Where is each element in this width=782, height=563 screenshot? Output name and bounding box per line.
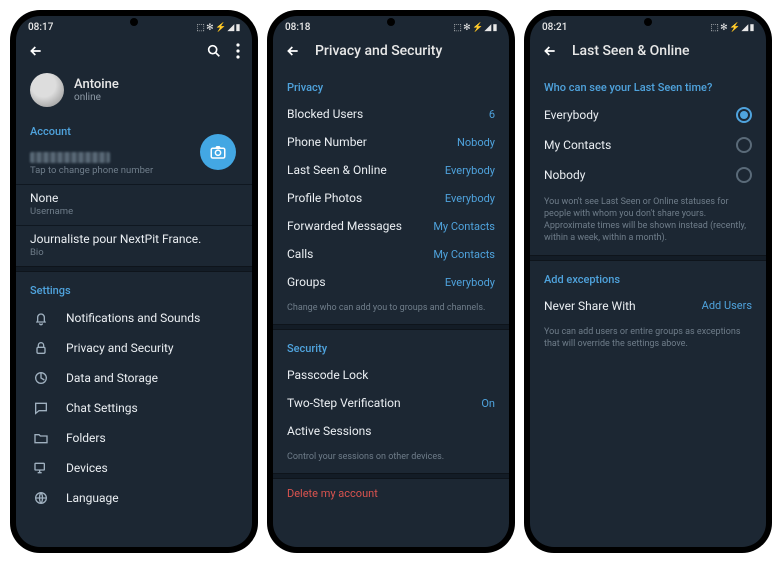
privacy-header: Privacy: [273, 69, 509, 100]
back-icon[interactable]: [285, 43, 301, 59]
profile-header[interactable]: Antoine online: [16, 69, 252, 113]
devices-icon: [30, 460, 52, 476]
phone-last-seen: 08:21 ⬚ ✻ ⚡ ◢ ▮ Last Seen & Online Who c…: [524, 10, 772, 553]
clock: 08:17: [28, 22, 53, 33]
appbar: Privacy and Security: [273, 35, 509, 69]
bell-icon: [30, 310, 52, 326]
search-icon[interactable]: [206, 43, 222, 59]
settings-item-folders[interactable]: Folders: [16, 423, 252, 453]
username-sub: Username: [30, 206, 238, 217]
settings-item-language[interactable]: Language: [16, 483, 252, 513]
back-icon[interactable]: [542, 43, 558, 59]
back-icon[interactable]: [28, 43, 44, 59]
appbar: Last Seen & Online: [530, 35, 766, 69]
exceptions-hint: You can add users or entire groups as ex…: [530, 320, 766, 360]
appbar: [16, 35, 252, 69]
phone-settings-profile: 08:17 ⬚ ✻ ⚡ ◢ ▮ Antoine online Account T…: [10, 10, 258, 553]
profile-name: Antoine: [74, 77, 119, 92]
data-icon: [30, 370, 52, 386]
globe-icon: [30, 490, 52, 506]
settings-header: Settings: [16, 272, 252, 303]
row-last-seen[interactable]: Last Seen & OnlineEverybody: [273, 156, 509, 184]
camera-notch: [387, 18, 395, 26]
settings-item-devices[interactable]: Devices: [16, 453, 252, 483]
row-passcode[interactable]: Passcode Lock: [273, 361, 509, 389]
row-groups[interactable]: GroupsEverybody: [273, 268, 509, 296]
security-header: Security: [273, 330, 509, 361]
settings-item-chat[interactable]: Chat Settings: [16, 393, 252, 423]
profile-status: online: [74, 92, 119, 103]
status-icons: ⬚ ✻ ⚡ ◢ ▮: [453, 23, 497, 33]
settings-item-notifications[interactable]: Notifications and Sounds: [16, 303, 252, 333]
lock-icon: [30, 340, 52, 356]
bio-field[interactable]: Journaliste pour NextPit France. Bio: [16, 226, 252, 266]
page-title: Last Seen & Online: [572, 43, 754, 59]
username-value: None: [30, 191, 238, 205]
camera-fab[interactable]: [200, 134, 236, 170]
phone-privacy-security: 08:18 ⬚ ✻ ⚡ ◢ ▮ Privacy and Security Pri…: [267, 10, 515, 553]
bio-sub: Bio: [30, 247, 238, 258]
folder-icon: [30, 430, 52, 446]
row-active-sessions[interactable]: Active Sessions: [273, 417, 509, 445]
row-blocked-users[interactable]: Blocked Users6: [273, 100, 509, 128]
username-field[interactable]: None Username: [16, 185, 252, 225]
exceptions-header: Add exceptions: [530, 261, 766, 292]
delete-account-link[interactable]: Delete my account: [273, 479, 509, 508]
last-seen-hint: You won't see Last Seen or Online status…: [530, 190, 766, 255]
clock: 08:21: [542, 22, 567, 33]
camera-notch: [130, 18, 138, 26]
privacy-hint: Change who can add you to groups and cha…: [273, 296, 509, 324]
option-my-contacts[interactable]: My Contacts: [530, 130, 766, 160]
row-never-share[interactable]: Never Share With Add Users: [530, 292, 766, 320]
status-icons: ⬚ ✻ ⚡ ◢ ▮: [710, 23, 754, 33]
row-calls[interactable]: CallsMy Contacts: [273, 240, 509, 268]
avatar[interactable]: [30, 73, 64, 107]
page-title: Privacy and Security: [315, 43, 497, 59]
radio-icon: [736, 167, 752, 183]
camera-notch: [644, 18, 652, 26]
bio-value: Journaliste pour NextPit France.: [30, 232, 238, 246]
settings-item-privacy[interactable]: Privacy and Security: [16, 333, 252, 363]
status-icons: ⬚ ✻ ⚡ ◢ ▮: [196, 23, 240, 33]
chat-icon: [30, 400, 52, 416]
row-profile-photos[interactable]: Profile PhotosEverybody: [273, 184, 509, 212]
settings-item-data[interactable]: Data and Storage: [16, 363, 252, 393]
option-everybody[interactable]: Everybody: [530, 100, 766, 130]
row-two-step[interactable]: Two-Step VerificationOn: [273, 389, 509, 417]
row-forwarded[interactable]: Forwarded MessagesMy Contacts: [273, 212, 509, 240]
more-icon[interactable]: [236, 43, 240, 59]
row-phone-number[interactable]: Phone NumberNobody: [273, 128, 509, 156]
security-hint: Control your sessions on other devices.: [273, 445, 509, 473]
phone-number-blurred: [30, 152, 110, 163]
radio-icon: [736, 137, 752, 153]
who-can-see-header: Who can see your Last Seen time?: [530, 69, 766, 100]
radio-icon: [736, 107, 752, 123]
clock: 08:18: [285, 22, 310, 33]
option-nobody[interactable]: Nobody: [530, 160, 766, 190]
